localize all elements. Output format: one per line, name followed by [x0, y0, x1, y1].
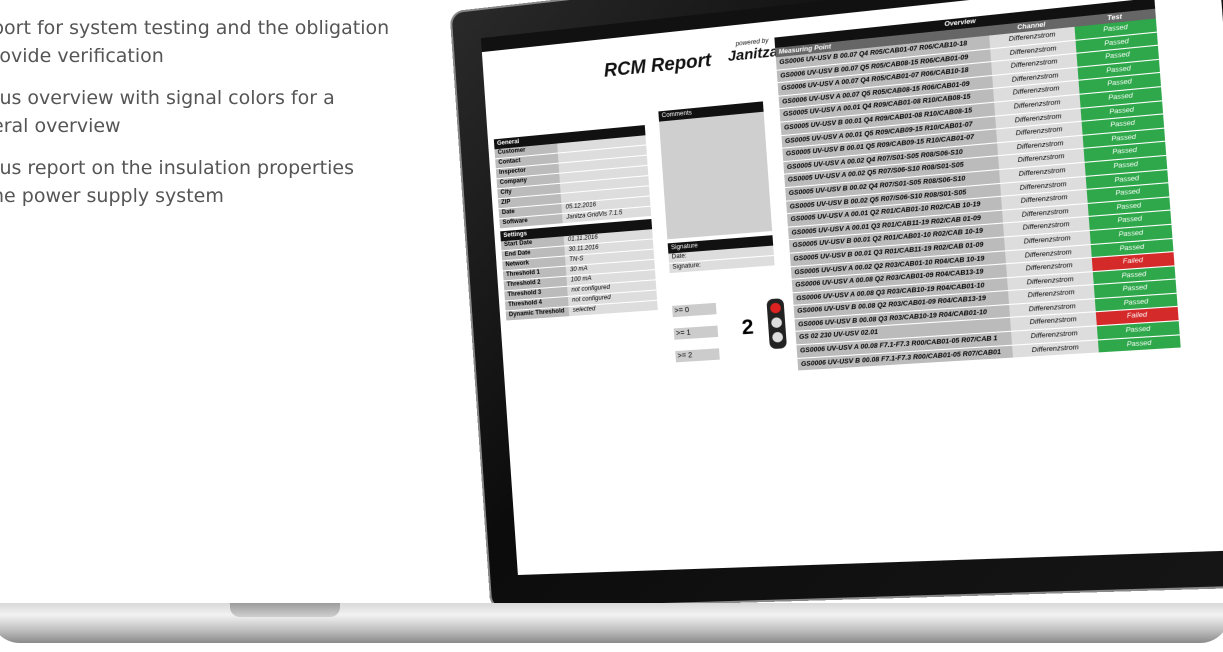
signal-level: >= 0 — [672, 302, 717, 318]
brand-logo: powered by Janitza — [727, 35, 778, 64]
signal-count: 2 — [741, 315, 755, 340]
signal-overview: >= 0 >= 1 >= 2 2 — [672, 298, 792, 368]
laptop-mockup: RCM Report powered by Janitza General Cu… — [0, 0, 1223, 652]
settings-rows: Start Date 01.11.2016 End Date 30.11.2016 Ne… — [500, 229, 658, 322]
general-settings-table: General Customer Contact Inspector Company C… — [493, 123, 658, 322]
laptop-screen: RCM Report powered by Janitza General Cu… — [480, 0, 1223, 576]
overview-table: Overview Measuring Point Channel Test GS… — [774, 0, 1181, 372]
traffic-light-icon — [766, 298, 787, 350]
signature-panel: Signature Date: Signature: — [667, 235, 775, 275]
report-title: RCM Report — [603, 49, 712, 81]
signal-level: >= 2 — [675, 348, 720, 363]
laptop-notch — [230, 603, 340, 617]
comments-panel: Comments Signature Date: Signature: — [658, 101, 775, 275]
signal-level: >= 1 — [673, 325, 719, 340]
laptop-base — [0, 603, 1223, 643]
overview-rows: GS0006 UV-USV B 00.07 Q4 R05/CAB01-07 R0… — [775, 18, 1181, 372]
laptop-lid: RCM Report powered by Janitza General Cu… — [449, 0, 1223, 611]
comments-box[interactable] — [659, 111, 773, 240]
general-rows: Customer Contact Inspector Company City ZIP Da… — [494, 135, 652, 230]
